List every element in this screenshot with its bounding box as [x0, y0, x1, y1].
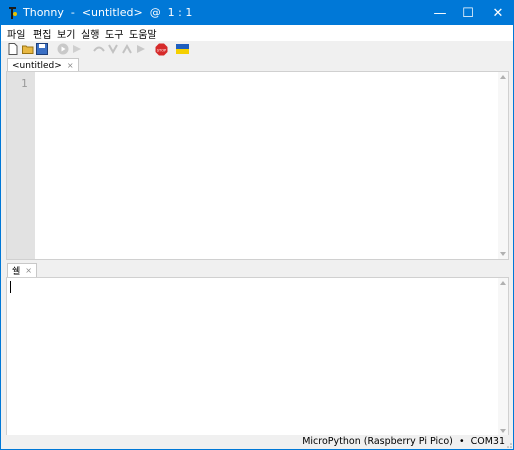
tab-close-icon[interactable]: × — [67, 61, 74, 70]
line-number: 1 — [21, 77, 28, 90]
stop-icon-label: STOP — [157, 48, 167, 52]
menu-run[interactable]: 실행 — [81, 26, 99, 41]
menu-tools[interactable]: 도구 — [105, 26, 123, 41]
thonny-window: Thonny - <untitled> @ 1 : 1 — ☐ ✕ 파일 편집 … — [0, 0, 514, 450]
line-number-gutter: 1 — [7, 72, 35, 259]
shell-scroll-down-arrow-icon[interactable] — [500, 429, 506, 433]
open-file-icon[interactable] — [22, 43, 34, 55]
run-icon[interactable] — [57, 43, 69, 55]
close-button[interactable]: ✕ — [483, 1, 513, 25]
menu-edit[interactable]: 편집 — [33, 26, 51, 41]
menu-view[interactable]: 보기 — [57, 26, 75, 41]
window-title: Thonny - <untitled> @ 1 : 1 — [23, 6, 193, 19]
step-into-icon[interactable] — [107, 43, 119, 55]
menu-bar: 파일 편집 보기 실행 도구 도움말 — [1, 25, 513, 41]
shell-tab-close-icon[interactable]: × — [25, 266, 32, 275]
step-out-icon[interactable] — [121, 43, 133, 55]
thonny-app-icon — [9, 7, 17, 19]
toolbar: STOP — [1, 41, 513, 59]
interpreter-label[interactable]: MicroPython (Raspberry Pi Pico) — [302, 436, 453, 447]
status-separator: • — [458, 436, 465, 447]
shell-tab-label: 쉘 — [12, 267, 21, 277]
text-cursor — [10, 281, 11, 293]
debug-icon[interactable] — [71, 43, 83, 55]
resume-icon[interactable] — [135, 43, 147, 55]
shell-scroll-up-arrow-icon[interactable] — [500, 281, 506, 285]
new-file-icon[interactable] — [7, 43, 19, 55]
shell-tabstrip: 쉘 × — [3, 263, 509, 277]
shell-scrollbar[interactable] — [498, 278, 508, 436]
port-label[interactable]: COM31 — [471, 436, 505, 447]
editor-scrollbar[interactable] — [498, 72, 508, 259]
editor-tabstrip: <untitled> × — [3, 58, 509, 72]
tab-label: <untitled> — [12, 60, 62, 71]
tab-untitled[interactable]: <untitled> × — [7, 58, 79, 72]
scroll-up-arrow-icon[interactable] — [500, 75, 506, 79]
resize-grip-icon[interactable] — [505, 441, 513, 449]
scroll-down-arrow-icon[interactable] — [500, 252, 506, 256]
stop-icon[interactable]: STOP — [155, 43, 168, 56]
save-icon[interactable] — [36, 43, 48, 55]
tab-shell[interactable]: 쉘 × — [7, 263, 37, 277]
shell-panel[interactable] — [6, 277, 509, 437]
maximize-button[interactable]: ☐ — [453, 1, 483, 25]
ukraine-flag-icon[interactable] — [176, 43, 189, 55]
minimize-button[interactable]: — — [425, 1, 455, 25]
menu-help[interactable]: 도움말 — [129, 26, 157, 41]
title-bar[interactable]: Thonny - <untitled> @ 1 : 1 — ☐ ✕ — [1, 1, 513, 25]
code-editor[interactable]: 1 — [6, 71, 509, 260]
status-bar: MicroPython (Raspberry Pi Pico) • COM31 — [1, 435, 513, 449]
menu-file[interactable]: 파일 — [7, 26, 25, 41]
status-info[interactable]: MicroPython (Raspberry Pi Pico) • COM31 — [302, 436, 505, 447]
step-over-icon[interactable] — [93, 43, 105, 55]
